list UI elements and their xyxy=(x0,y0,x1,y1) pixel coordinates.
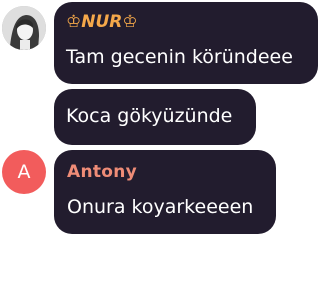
sender-name[interactable]: Antony xyxy=(67,162,137,182)
message-bubble[interactable]: Antony Onura koyarkeeeen xyxy=(54,150,276,234)
message-bubble[interactable]: ♔NUR♔ Tam gecenin köründeee xyxy=(54,2,318,84)
message-bubble[interactable]: Koca gökyüzünde xyxy=(54,89,256,145)
message-text: Koca gökyüzünde xyxy=(66,105,233,127)
user-avatar-photo[interactable] xyxy=(2,6,46,50)
sender-name[interactable]: ♔NUR♔ xyxy=(66,12,138,32)
message-text: Onura koyarkeeeen xyxy=(67,196,254,218)
message-text: Tam gecenin köründeee xyxy=(66,46,293,68)
chat-thread: ♔NUR♔ Tam gecenin köründeee Koca gökyüzü… xyxy=(0,0,320,286)
user-avatar-letter[interactable]: A xyxy=(2,150,46,194)
profile-photo-icon xyxy=(2,6,46,50)
